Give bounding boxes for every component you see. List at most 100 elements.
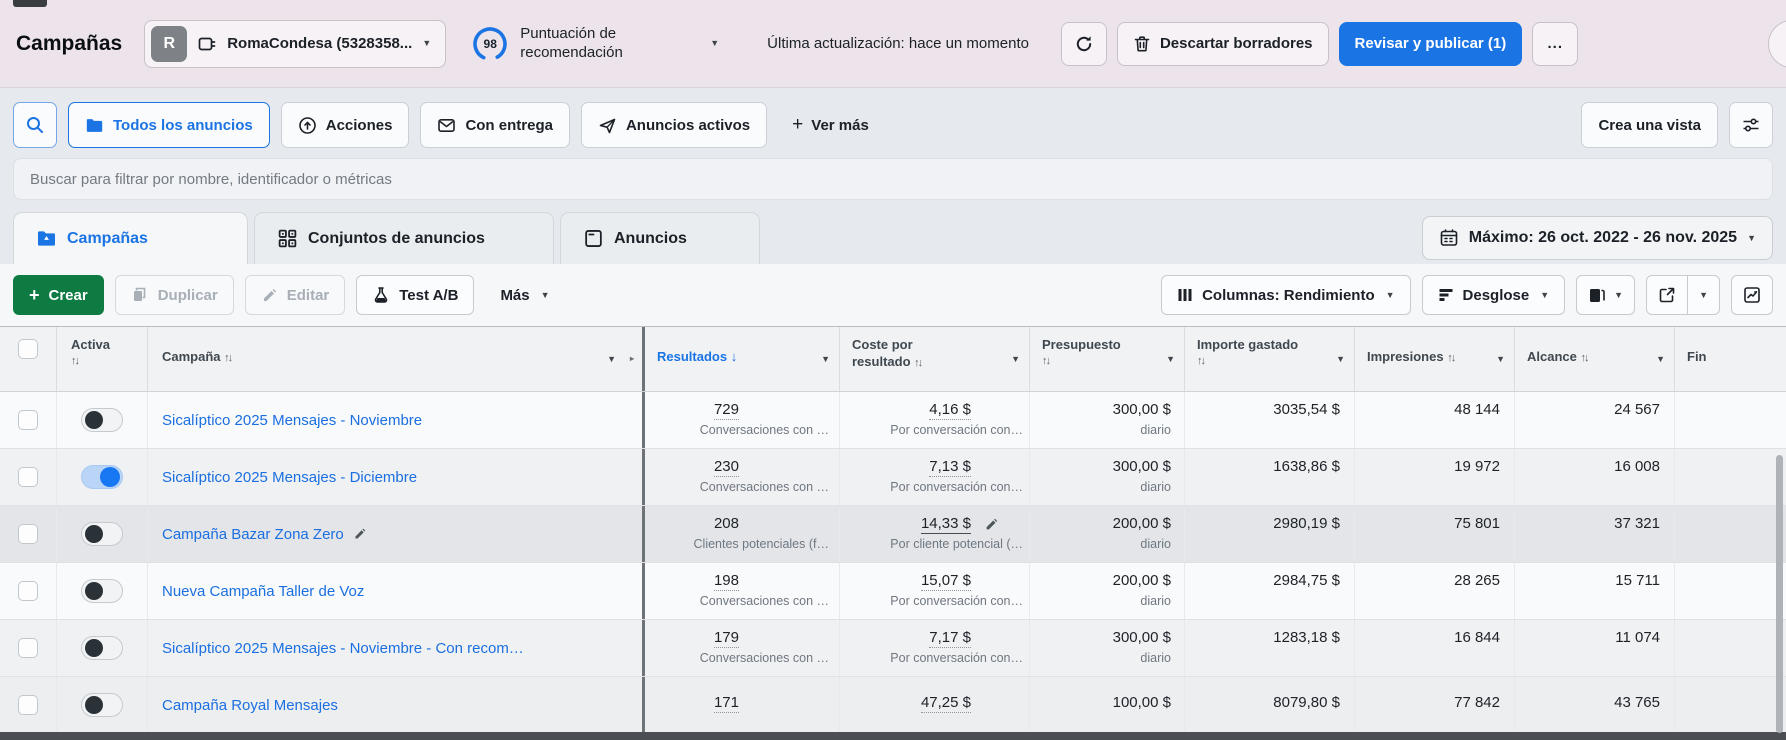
- header-campana[interactable]: Campaña ↑↓ ▼ ▸: [148, 327, 645, 391]
- search-button[interactable]: [13, 102, 57, 148]
- campaign-name-link[interactable]: Sicalíptico 2025 Mensajes - Noviembre - …: [162, 640, 524, 657]
- row-checkbox[interactable]: [18, 695, 38, 715]
- reach-cell: 15 711: [1515, 563, 1675, 619]
- tab-conjuntos-de-anuncios[interactable]: Conjuntos de anuncios: [254, 212, 554, 264]
- sort-icon: ↑↓: [1581, 352, 1588, 364]
- chevron-down-icon: ▼: [1540, 291, 1549, 300]
- review-publish-button[interactable]: Revisar y publicar (1): [1339, 22, 1523, 66]
- table-row[interactable]: Sicalíptico 2025 Mensajes - Diciembre 23…: [0, 449, 1786, 506]
- tab-anuncios[interactable]: Anuncios: [560, 212, 760, 264]
- chevron-down-icon[interactable]: ▼: [1166, 355, 1175, 364]
- select-all-checkbox[interactable]: [18, 339, 38, 359]
- more-options-button[interactable]: ...: [1532, 22, 1578, 66]
- cost-per-result-cell: 7,17 $ Por conversación con…: [840, 620, 1030, 676]
- campaign-name-link[interactable]: Campaña Bazar Zona Zero: [162, 526, 344, 543]
- header-importe-gastado[interactable]: Importe gastado ↑↓ ▼: [1185, 327, 1355, 391]
- table-row[interactable]: Campaña Royal Mensajes 171 47,25 $ 100,0…: [0, 677, 1786, 734]
- edit-cost-pencil-icon[interactable]: [984, 517, 999, 532]
- impressions-cell: 16 844: [1355, 620, 1515, 676]
- header-resultados[interactable]: Resultados ↓ ▼: [645, 327, 840, 391]
- search-row: Buscar para filtrar por nombre, identifi…: [0, 148, 1786, 200]
- campaign-toggle-off[interactable]: [81, 636, 123, 660]
- column-resize-handle[interactable]: ▸: [630, 355, 634, 363]
- header-coste-por-resultado[interactable]: Coste por resultado ↑↓ ▼: [840, 327, 1030, 391]
- chevron-down-icon[interactable]: ▼: [1336, 355, 1345, 364]
- filter-chip-acciones[interactable]: Acciones: [281, 102, 410, 148]
- header-activa[interactable]: Activa ↑↓: [57, 327, 148, 391]
- ver-mas-button[interactable]: + Ver más: [778, 102, 883, 148]
- budget-cell: 300,00 $ diario: [1030, 620, 1185, 676]
- more-actions-label: Más: [500, 287, 529, 304]
- campaign-toggle-off[interactable]: [81, 693, 123, 717]
- row-checkbox[interactable]: [18, 467, 38, 487]
- table-row[interactable]: Sicalíptico 2025 Mensajes - Noviembre 72…: [0, 392, 1786, 449]
- breakdown-button[interactable]: Desglose ▼: [1422, 275, 1566, 315]
- discard-drafts-button[interactable]: Descartar borradores: [1117, 22, 1329, 66]
- row-checkbox[interactable]: [18, 638, 38, 658]
- header-alcance[interactable]: Alcance ↑↓ ▼: [1515, 327, 1675, 391]
- export-caret-button[interactable]: ▼: [1687, 276, 1719, 314]
- campaign-name-link[interactable]: Sicalíptico 2025 Mensajes - Diciembre: [162, 469, 417, 486]
- filter-chip-anuncios-activos[interactable]: Anuncios activos: [581, 102, 767, 148]
- edit-button[interactable]: Editar: [245, 275, 346, 315]
- table-row[interactable]: Sicalíptico 2025 Mensajes - Noviembre - …: [0, 620, 1786, 677]
- columns-button[interactable]: Columnas: Rendimiento ▼: [1161, 275, 1410, 315]
- recommendation-score[interactable]: 98 Puntuación de recomendación: [470, 24, 670, 64]
- filter-chip-con-entrega[interactable]: Con entrega: [420, 102, 570, 148]
- tab-label: Anuncios: [614, 230, 687, 248]
- campaign-name-link[interactable]: Sicalíptico 2025 Mensajes - Noviembre: [162, 412, 422, 429]
- page-title: Campañas: [16, 32, 122, 56]
- vertical-scrollbar[interactable]: [1776, 455, 1783, 733]
- impressions-cell: 75 801: [1355, 506, 1515, 562]
- table-row-hovered[interactable]: Campaña Bazar Zona Zero 208 Clientes pot…: [0, 506, 1786, 563]
- row-checkbox[interactable]: [18, 410, 38, 430]
- columns-icon: [1177, 287, 1193, 303]
- chevron-down-icon[interactable]: ▼: [1496, 355, 1505, 364]
- tab-label: Campañas: [67, 230, 148, 248]
- chevron-down-icon[interactable]: ▼: [607, 355, 616, 364]
- chevron-down-icon[interactable]: ▼: [821, 355, 830, 364]
- crea-una-vista-button[interactable]: Crea una vista: [1581, 102, 1718, 148]
- pencil-icon: [261, 287, 278, 304]
- amount-spent-cell: 8079,80 $: [1185, 677, 1355, 733]
- reports-dropdown-button[interactable]: ▼: [1576, 275, 1635, 315]
- account-selector[interactable]: R RomaCondesa (5328358... ▼: [144, 20, 446, 68]
- campaign-toggle-off[interactable]: [81, 408, 123, 432]
- duplicate-button[interactable]: Duplicar: [115, 275, 234, 315]
- more-actions-button[interactable]: Más ▼: [485, 275, 564, 315]
- sort-icon: ↑↓: [71, 354, 135, 368]
- top-bar: Campañas R RomaCondesa (5328358... ▼ 98 …: [0, 0, 1786, 88]
- paper-plane-icon: [598, 116, 617, 135]
- header-presupuesto[interactable]: Presupuesto ↑↓ ▼: [1030, 327, 1185, 391]
- export-button[interactable]: [1647, 276, 1687, 314]
- chevron-down-icon: ▼: [422, 39, 431, 48]
- row-checkbox[interactable]: [18, 524, 38, 544]
- review-publish-label: Revisar y publicar (1): [1355, 35, 1507, 52]
- campaign-name-link[interactable]: Campaña Royal Mensajes: [162, 697, 338, 714]
- tab-campanas[interactable]: Campañas: [13, 212, 248, 264]
- campaign-toggle-off[interactable]: [81, 522, 123, 546]
- filter-chip-todos-los-anuncios[interactable]: Todos los anuncios: [68, 102, 270, 148]
- edit-name-pencil-icon[interactable]: [353, 527, 367, 541]
- search-filter-input[interactable]: Buscar para filtrar por nombre, identifi…: [13, 158, 1773, 200]
- chevron-down-icon[interactable]: ▼: [710, 39, 719, 48]
- folder-icon: [85, 116, 104, 135]
- chevron-down-icon[interactable]: ▼: [1011, 355, 1020, 364]
- table-row[interactable]: Nueva Campaña Taller de Voz 198 Conversa…: [0, 563, 1786, 620]
- date-range-picker[interactable]: Máximo: 26 oct. 2022 - 26 nov. 2025 ▼: [1422, 216, 1773, 260]
- header-fin[interactable]: Fin: [1675, 327, 1786, 391]
- ab-test-button[interactable]: Test A/B: [356, 275, 474, 315]
- campaign-name-link[interactable]: Nueva Campaña Taller de Voz: [162, 583, 364, 600]
- refresh-button[interactable]: [1061, 22, 1107, 66]
- filter-settings-button[interactable]: [1729, 102, 1773, 148]
- help-button-partial[interactable]: [1768, 20, 1786, 68]
- campaign-toggle-on[interactable]: [81, 465, 123, 489]
- campaign-toggle-off[interactable]: [81, 579, 123, 603]
- charts-button[interactable]: [1731, 275, 1773, 315]
- reach-cell: 16 008: [1515, 449, 1675, 505]
- row-checkbox[interactable]: [18, 581, 38, 601]
- create-button[interactable]: + Crear: [13, 275, 104, 315]
- export-split-button[interactable]: ▼: [1646, 275, 1720, 315]
- chevron-down-icon[interactable]: ▼: [1656, 355, 1665, 364]
- header-impresiones[interactable]: Impresiones ↑↓ ▼: [1355, 327, 1515, 391]
